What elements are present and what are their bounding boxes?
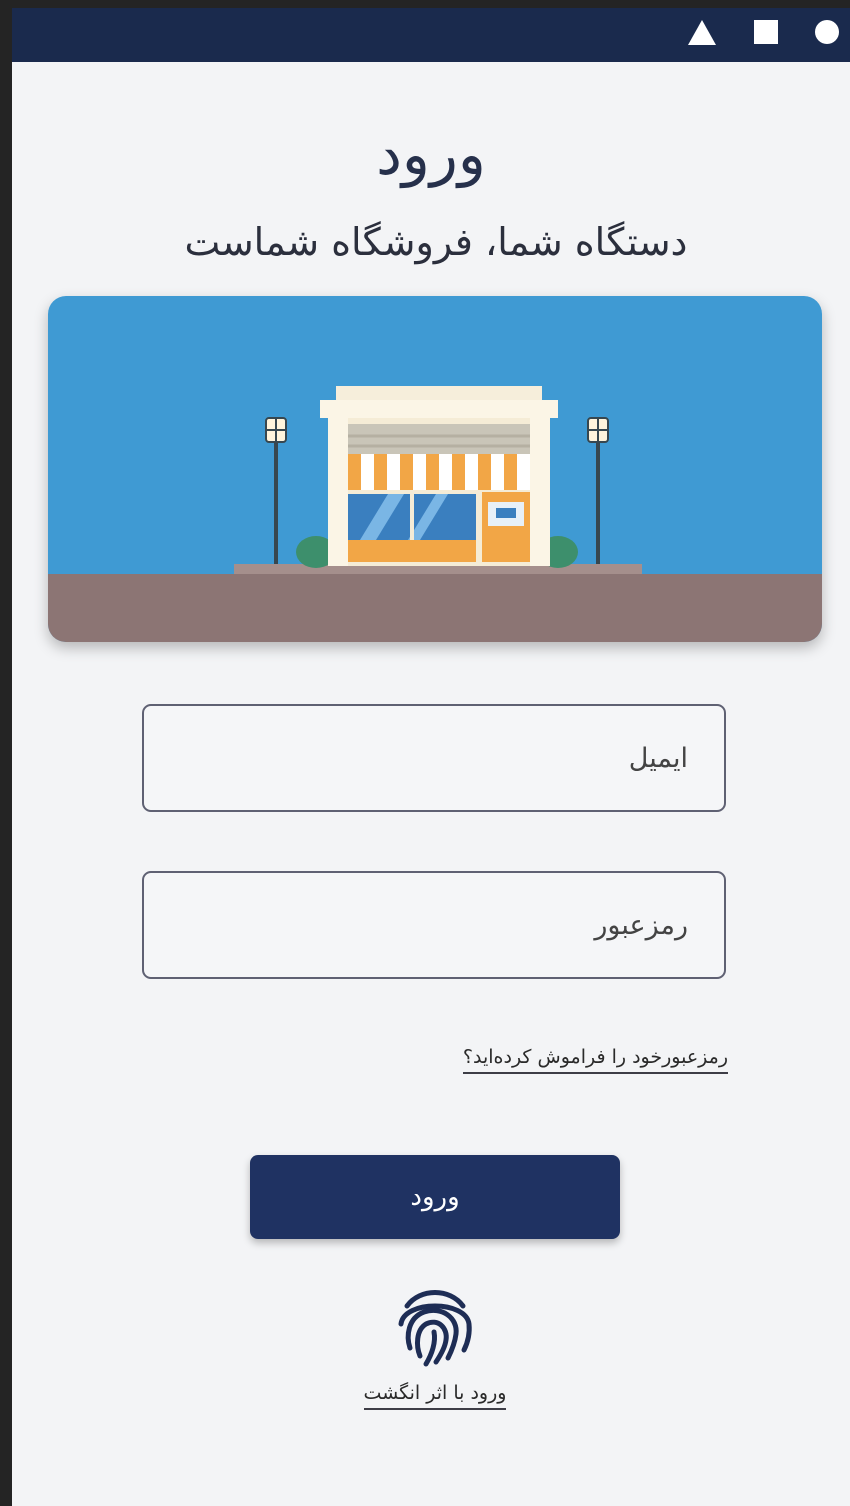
password-field[interactable] (142, 871, 726, 979)
triangle-icon[interactable] (688, 20, 716, 45)
fingerprint-login-label[interactable]: ورود با اثر انگشت (363, 1382, 507, 1410)
login-button[interactable]: ورود (250, 1155, 620, 1239)
phone-screen: ورود دستگاه شما، فروشگاه شماست ایمیل رمز… (12, 8, 850, 1506)
page-subtitle: دستگاه شما، فروشگاه شماست (184, 220, 688, 264)
storefront-illustration (48, 296, 822, 642)
password-input[interactable] (144, 873, 724, 977)
fingerprint-login-link[interactable]: ورود با اثر انگشت (12, 1382, 850, 1410)
status-bar (12, 8, 850, 62)
circle-icon[interactable] (815, 20, 839, 44)
email-field[interactable] (142, 704, 726, 812)
email-input[interactable] (144, 706, 724, 810)
page-title: ورود (376, 120, 486, 188)
square-icon[interactable] (754, 20, 778, 44)
fingerprint-icon[interactable] (394, 1284, 476, 1368)
forgot-password-link[interactable]: رمزعبورخود را فراموش کرده‌اید؟ (462, 1046, 728, 1074)
